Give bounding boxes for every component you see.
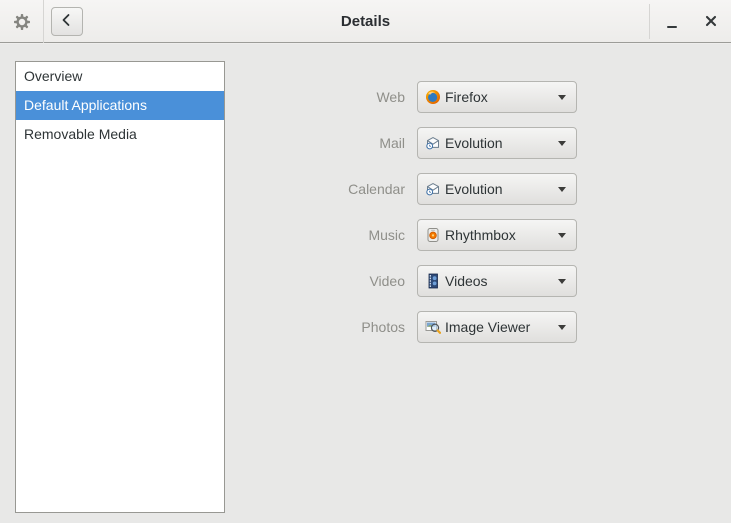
web-dropdown[interactable]: Firefox (417, 81, 577, 113)
web-dropdown-value: Firefox (445, 89, 552, 105)
close-button[interactable] (696, 7, 726, 37)
page-title: Details (0, 0, 731, 43)
dropdown-arrow-icon (558, 279, 566, 284)
video-dropdown-value: Videos (445, 273, 552, 289)
video-label: Video (225, 273, 417, 289)
videos-icon (425, 273, 441, 289)
dropdown-arrow-icon (558, 95, 566, 100)
row-mail: Mail Evolution (225, 127, 731, 159)
details-window: Details Overview Default Applications Re… (0, 0, 731, 523)
header-separator-right (649, 4, 650, 39)
row-calendar: Calendar Evolution (225, 173, 731, 205)
mail-label: Mail (225, 135, 417, 151)
row-photos: Photos Image Viewer (225, 311, 731, 343)
music-dropdown-value: Rhythmbox (445, 227, 552, 243)
sidebar: Overview Default Applications Removable … (15, 61, 225, 513)
minimize-icon (667, 26, 677, 29)
rhythmbox-icon (425, 227, 441, 243)
mail-dropdown-value: Evolution (445, 135, 552, 151)
photos-label: Photos (225, 319, 417, 335)
photos-dropdown[interactable]: Image Viewer (417, 311, 577, 343)
sidebar-item-default-applications[interactable]: Default Applications (16, 91, 224, 120)
row-video: Video Videos (225, 265, 731, 297)
chevron-left-icon (59, 12, 75, 31)
music-label: Music (225, 227, 417, 243)
image-viewer-icon (425, 319, 441, 335)
close-icon (705, 15, 717, 30)
default-applications-panel: Web Firefox (225, 44, 731, 357)
row-web: Web Firefox (225, 81, 731, 113)
photos-dropdown-value: Image Viewer (445, 319, 552, 335)
dropdown-arrow-icon (558, 141, 566, 146)
calendar-dropdown[interactable]: Evolution (417, 173, 577, 205)
sidebar-item-removable-media[interactable]: Removable Media (16, 120, 224, 149)
web-label: Web (225, 89, 417, 105)
video-dropdown[interactable]: Videos (417, 265, 577, 297)
firefox-icon (425, 89, 441, 105)
evolution-mail-icon (425, 135, 441, 151)
dropdown-arrow-icon (558, 187, 566, 192)
calendar-label: Calendar (225, 181, 417, 197)
header-separator-left (43, 0, 44, 43)
back-button[interactable] (51, 7, 83, 36)
dropdown-arrow-icon (558, 233, 566, 238)
music-dropdown[interactable]: Rhythmbox (417, 219, 577, 251)
row-music: Music Rhythmbox (225, 219, 731, 251)
dropdown-arrow-icon (558, 325, 566, 330)
calendar-dropdown-value: Evolution (445, 181, 552, 197)
evolution-calendar-icon (425, 181, 441, 197)
main-area: Overview Default Applications Removable … (0, 44, 731, 523)
sidebar-item-overview[interactable]: Overview (16, 62, 224, 91)
header-bar: Details (0, 0, 731, 44)
mail-dropdown[interactable]: Evolution (417, 127, 577, 159)
gear-icon (0, 0, 43, 43)
minimize-button[interactable] (657, 7, 687, 37)
